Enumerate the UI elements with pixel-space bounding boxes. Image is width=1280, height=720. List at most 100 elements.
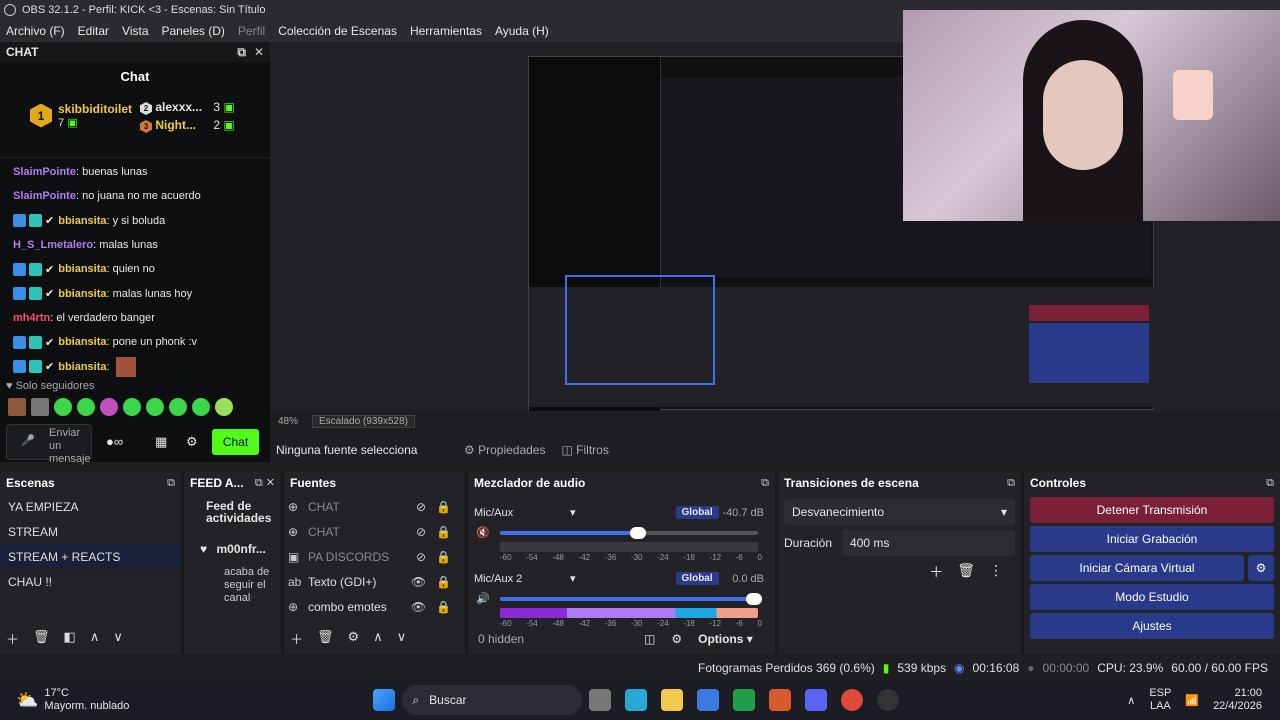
emote[interactable] <box>215 398 233 416</box>
menu-vista[interactable]: Vista <box>122 24 148 38</box>
task-view-icon[interactable] <box>589 689 612 711</box>
layout-icon[interactable]: ◫ <box>644 632 655 646</box>
language-indicator[interactable]: ESP <box>1149 687 1171 700</box>
lock-icon[interactable]: 🔒 <box>436 550 451 564</box>
wifi-icon[interactable]: 📶 <box>1185 694 1199 707</box>
emote[interactable] <box>146 398 164 416</box>
virtual-camera-settings-icon[interactable]: ⚙ <box>1248 555 1274 581</box>
start-recording-button[interactable]: Iniciar Grabación <box>1030 526 1274 552</box>
menu-perfil[interactable]: Perfil <box>238 24 265 38</box>
filter-icon[interactable]: ◧ <box>64 629 76 648</box>
scene-item[interactable]: STREAM + REACTS <box>0 544 181 569</box>
tray-chevron-icon[interactable]: ∧ <box>1127 694 1135 707</box>
chat-username[interactable]: bbiansita <box>58 215 106 227</box>
weather-icon[interactable]: ⛅ <box>16 690 38 711</box>
float-icon[interactable]: ⧉ <box>255 477 263 489</box>
volume-slider[interactable] <box>500 593 762 605</box>
lock-icon[interactable]: 🔒 <box>436 600 451 614</box>
discord-icon[interactable] <box>805 689 828 711</box>
trash-icon[interactable]: 🗑 <box>33 629 50 648</box>
add-icon[interactable]: ＋ <box>6 629 19 648</box>
close-icon[interactable]: ✕ <box>266 477 275 489</box>
float-icon[interactable]: ⧉ <box>1266 477 1274 490</box>
add-icon[interactable]: ＋ <box>929 562 943 582</box>
obs-taskbar-icon[interactable] <box>877 689 900 711</box>
scene-item[interactable]: CHAU !! <box>0 569 181 594</box>
eye-hidden-icon[interactable]: ⊘ <box>416 500 426 514</box>
menu-coleccion[interactable]: Colección de Escenas <box>278 24 397 38</box>
lock-icon[interactable]: 🔒 <box>436 525 451 539</box>
global-badge[interactable]: Global <box>675 506 719 519</box>
volume-slider-handle[interactable] <box>629 527 646 539</box>
excel-icon[interactable] <box>733 689 756 711</box>
chat-username[interactable]: SlaimPointe <box>13 190 76 202</box>
channel-menu-icon[interactable]: ▾ <box>570 572 576 585</box>
chat-username[interactable]: bbiansita <box>58 336 106 348</box>
store-icon[interactable]: ▦ <box>155 434 167 450</box>
emote[interactable] <box>123 398 141 416</box>
copilot-icon[interactable] <box>625 689 648 711</box>
duration-input[interactable]: 400 ms <box>842 530 1015 556</box>
emote[interactable] <box>192 398 210 416</box>
down-icon[interactable]: ∨ <box>397 629 407 648</box>
trash-icon[interactable]: 🗑 <box>957 562 975 582</box>
stop-stream-button[interactable]: Detener Transmisión <box>1030 497 1274 523</box>
menu-paneles[interactable]: Paneles (D) <box>162 24 225 38</box>
down-icon[interactable]: ∨ <box>113 629 123 648</box>
windows-start-icon[interactable] <box>373 689 396 711</box>
chat-message-input[interactable]: 🎤 Enviar un mensaje <box>6 424 92 465</box>
source-item[interactable]: ⊕ CHAT ⊘ 🔒 <box>284 494 465 519</box>
menu-archivo[interactable]: Archivo (F) <box>6 24 65 38</box>
clock-time[interactable]: 21:00 <box>1213 687 1262 700</box>
volume-slider-handle[interactable] <box>746 593 762 605</box>
settings-button[interactable]: Ajustes <box>1030 613 1274 639</box>
advanced-audio-icon[interactable]: ⚙ <box>671 632 682 646</box>
chat-username[interactable]: SlaimPointe <box>13 166 76 178</box>
gear-icon[interactable]: ⚙ <box>348 629 360 648</box>
chat-send-button[interactable]: Chat <box>212 429 259 455</box>
powerpoint-icon[interactable] <box>769 689 792 711</box>
scale-select[interactable]: Escalado (939x528) <box>312 414 415 428</box>
emote[interactable] <box>54 398 72 416</box>
scene-item[interactable]: STREAM <box>0 519 181 544</box>
lock-icon[interactable]: 🔒 <box>436 575 451 589</box>
float-icon[interactable]: ⧉ <box>167 477 175 490</box>
source-item[interactable]: ⊕ combo emotes 👁 🔒 <box>284 594 465 619</box>
studio-mode-button[interactable]: Modo Estudio <box>1030 584 1274 610</box>
menu-herramientas[interactable]: Herramientas <box>410 24 482 38</box>
chat-username[interactable]: bbiansita <box>58 361 106 373</box>
emote-picker-icon[interactable]: ●∞ <box>106 434 123 449</box>
trash-icon[interactable]: 🗑 <box>317 629 334 648</box>
close-icon[interactable]: ✕ <box>254 45 264 59</box>
global-badge[interactable]: Global <box>675 572 719 585</box>
eye-hidden-icon[interactable]: ⊘ <box>416 550 426 564</box>
add-icon[interactable]: ＋ <box>290 629 303 648</box>
start-virtual-camera-button[interactable]: Iniciar Cámara Virtual <box>1030 555 1244 581</box>
eye-hidden-icon[interactable]: ⊘ <box>416 525 426 539</box>
emote[interactable] <box>77 398 95 416</box>
source-item[interactable]: ab Texto (GDI+) 👁 🔒 <box>284 569 465 594</box>
menu-editar[interactable]: Editar <box>78 24 109 38</box>
chat-username[interactable]: H_S_Lmetalero <box>13 239 93 251</box>
taskbar-search[interactable]: ⌕ Buscar <box>402 685 583 715</box>
float-icon[interactable]: ⧉ <box>761 477 769 490</box>
up-icon[interactable]: ∧ <box>373 629 383 648</box>
word-icon[interactable] <box>697 689 720 711</box>
mixer-options-button[interactable]: Options ▾ <box>698 632 753 646</box>
file-explorer-icon[interactable] <box>661 689 684 711</box>
chat-username[interactable]: bbiansita <box>58 288 106 300</box>
emote[interactable] <box>31 398 49 416</box>
float-icon[interactable]: ⧉ <box>1007 477 1015 490</box>
eye-icon[interactable]: 👁 <box>411 575 426 589</box>
emote[interactable] <box>100 398 118 416</box>
transition-select[interactable]: Desvanecimiento ▾ <box>784 499 1015 525</box>
lock-icon[interactable]: 🔒 <box>436 500 451 514</box>
mic-icon[interactable]: 🎤 <box>21 435 35 448</box>
gear-icon[interactable]: ⚙ <box>186 434 198 450</box>
scene-item[interactable]: YA EMPIEZA <box>0 494 181 519</box>
chrome-icon[interactable] <box>841 689 864 711</box>
properties-button[interactable]: ⚙ Propiedades <box>464 443 545 457</box>
chat-username[interactable]: mh4rtn <box>13 312 50 324</box>
emote[interactable] <box>8 398 26 416</box>
zoom-level[interactable]: 48% <box>278 416 298 427</box>
